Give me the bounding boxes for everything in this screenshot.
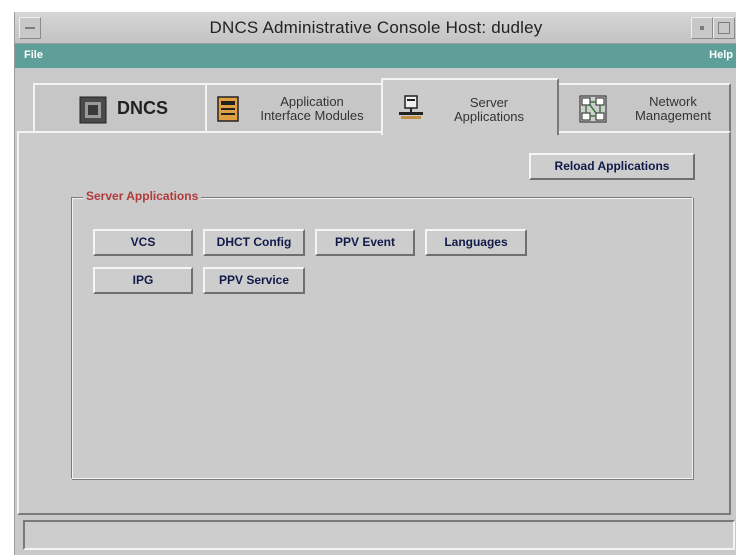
languages-button[interactable]: Languages (425, 229, 527, 256)
title-bar: DNCS Administrative Console Host: dudley (15, 12, 736, 44)
server-applications-panel: Reload Applications Server Applications … (17, 131, 731, 515)
menu-bar: File Help (15, 44, 736, 68)
application-modules-icon (217, 96, 239, 122)
ppv-event-button[interactable]: PPV Event (315, 229, 415, 256)
minimize-button[interactable] (691, 17, 713, 39)
tab-aim-label: Application Interface Modules (247, 95, 377, 123)
server-applications-icon (399, 95, 423, 119)
ipg-button[interactable]: IPG (93, 267, 193, 294)
dhct-config-button[interactable]: DHCT Config (203, 229, 305, 256)
tab-application-interface-modules[interactable]: Application Interface Modules (205, 83, 383, 131)
group-title: Server Applications (83, 189, 202, 203)
maximize-button[interactable] (713, 17, 735, 39)
maximize-icon (718, 22, 730, 34)
tab-network-label: Network Management (619, 95, 727, 123)
tab-dncs[interactable]: DNCS (33, 83, 213, 131)
menu-file[interactable]: File (24, 49, 43, 61)
tab-dncs-label: DNCS (117, 98, 169, 118)
reload-applications-button[interactable]: Reload Applications (529, 153, 695, 180)
vcs-button[interactable]: VCS (93, 229, 193, 256)
tab-server-label-line2: Applications (453, 109, 525, 124)
dncs-icon (79, 96, 107, 124)
status-bar (23, 520, 735, 550)
minimize-icon (700, 26, 704, 30)
ppv-service-button[interactable]: PPV Service (203, 267, 305, 294)
app-window: DNCS Administrative Console Host: dudley… (14, 12, 736, 555)
tab-server-label: Server Applications (433, 96, 545, 124)
tab-server-applications[interactable]: Server Applications (381, 78, 559, 135)
tab-network-label-line2: Management (635, 108, 711, 123)
tab-server-label-line1: Server (469, 95, 509, 110)
menu-help[interactable]: Help (709, 49, 733, 61)
network-management-icon (579, 95, 607, 123)
tab-network-label-line1: Network (649, 94, 697, 109)
tab-aim-label-line1: Application (280, 94, 344, 109)
tab-network-management[interactable]: Network Management (557, 83, 731, 131)
tab-aim-label-line2: Interface Modules (260, 108, 364, 123)
window-title: DNCS Administrative Console Host: dudley (209, 18, 543, 37)
